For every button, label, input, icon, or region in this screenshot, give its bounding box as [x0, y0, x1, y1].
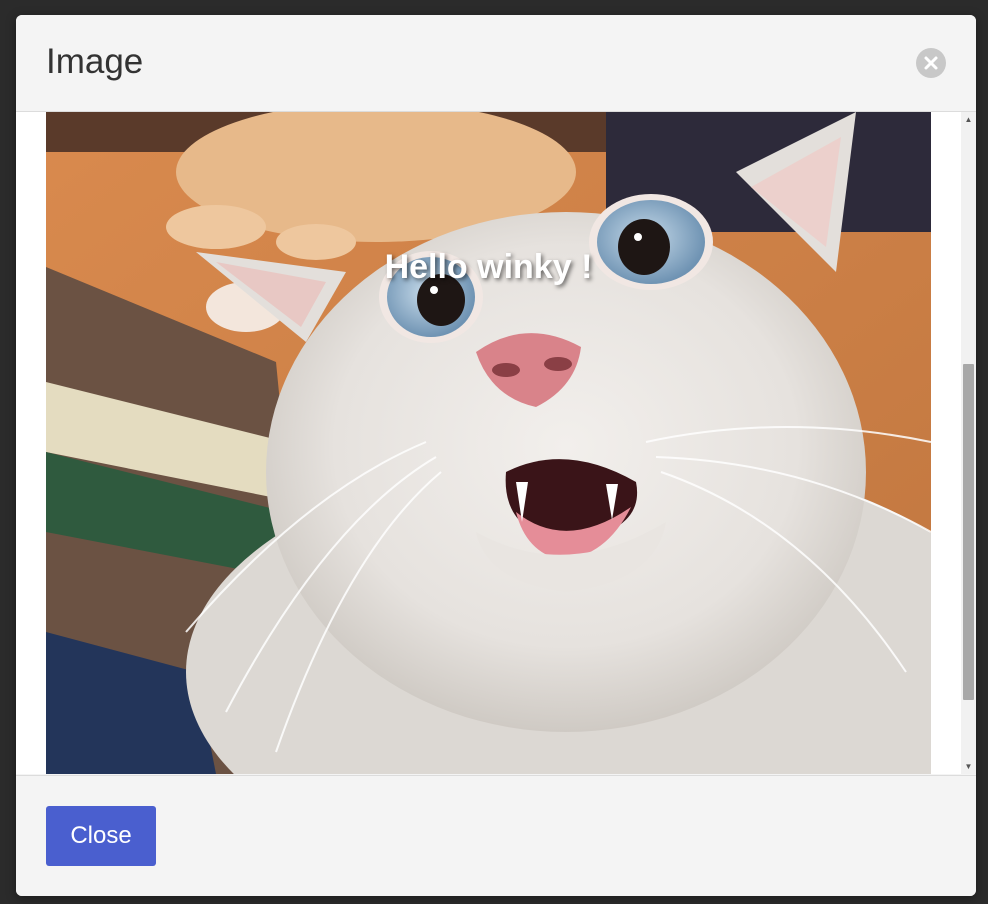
modal-title: Image: [46, 42, 144, 81]
scrollbar-thumb[interactable]: [963, 364, 974, 700]
close-button[interactable]: Close: [46, 806, 156, 866]
image-modal: Image Hello winky ! ▲ ▼ Close: [16, 15, 976, 896]
modal-footer: Close: [16, 775, 976, 896]
vertical-scrollbar[interactable]: ▲ ▼: [961, 112, 976, 774]
arrow-down-icon[interactable]: ▼: [961, 759, 976, 774]
close-icon[interactable]: [916, 48, 946, 78]
meme-image: Hello winky !: [46, 112, 931, 774]
arrow-up-icon[interactable]: ▲: [961, 112, 976, 127]
modal-body: Hello winky ! ▲ ▼: [16, 112, 976, 774]
meme-caption: Hello winky !: [384, 248, 593, 286]
modal-header: Image: [16, 15, 976, 112]
